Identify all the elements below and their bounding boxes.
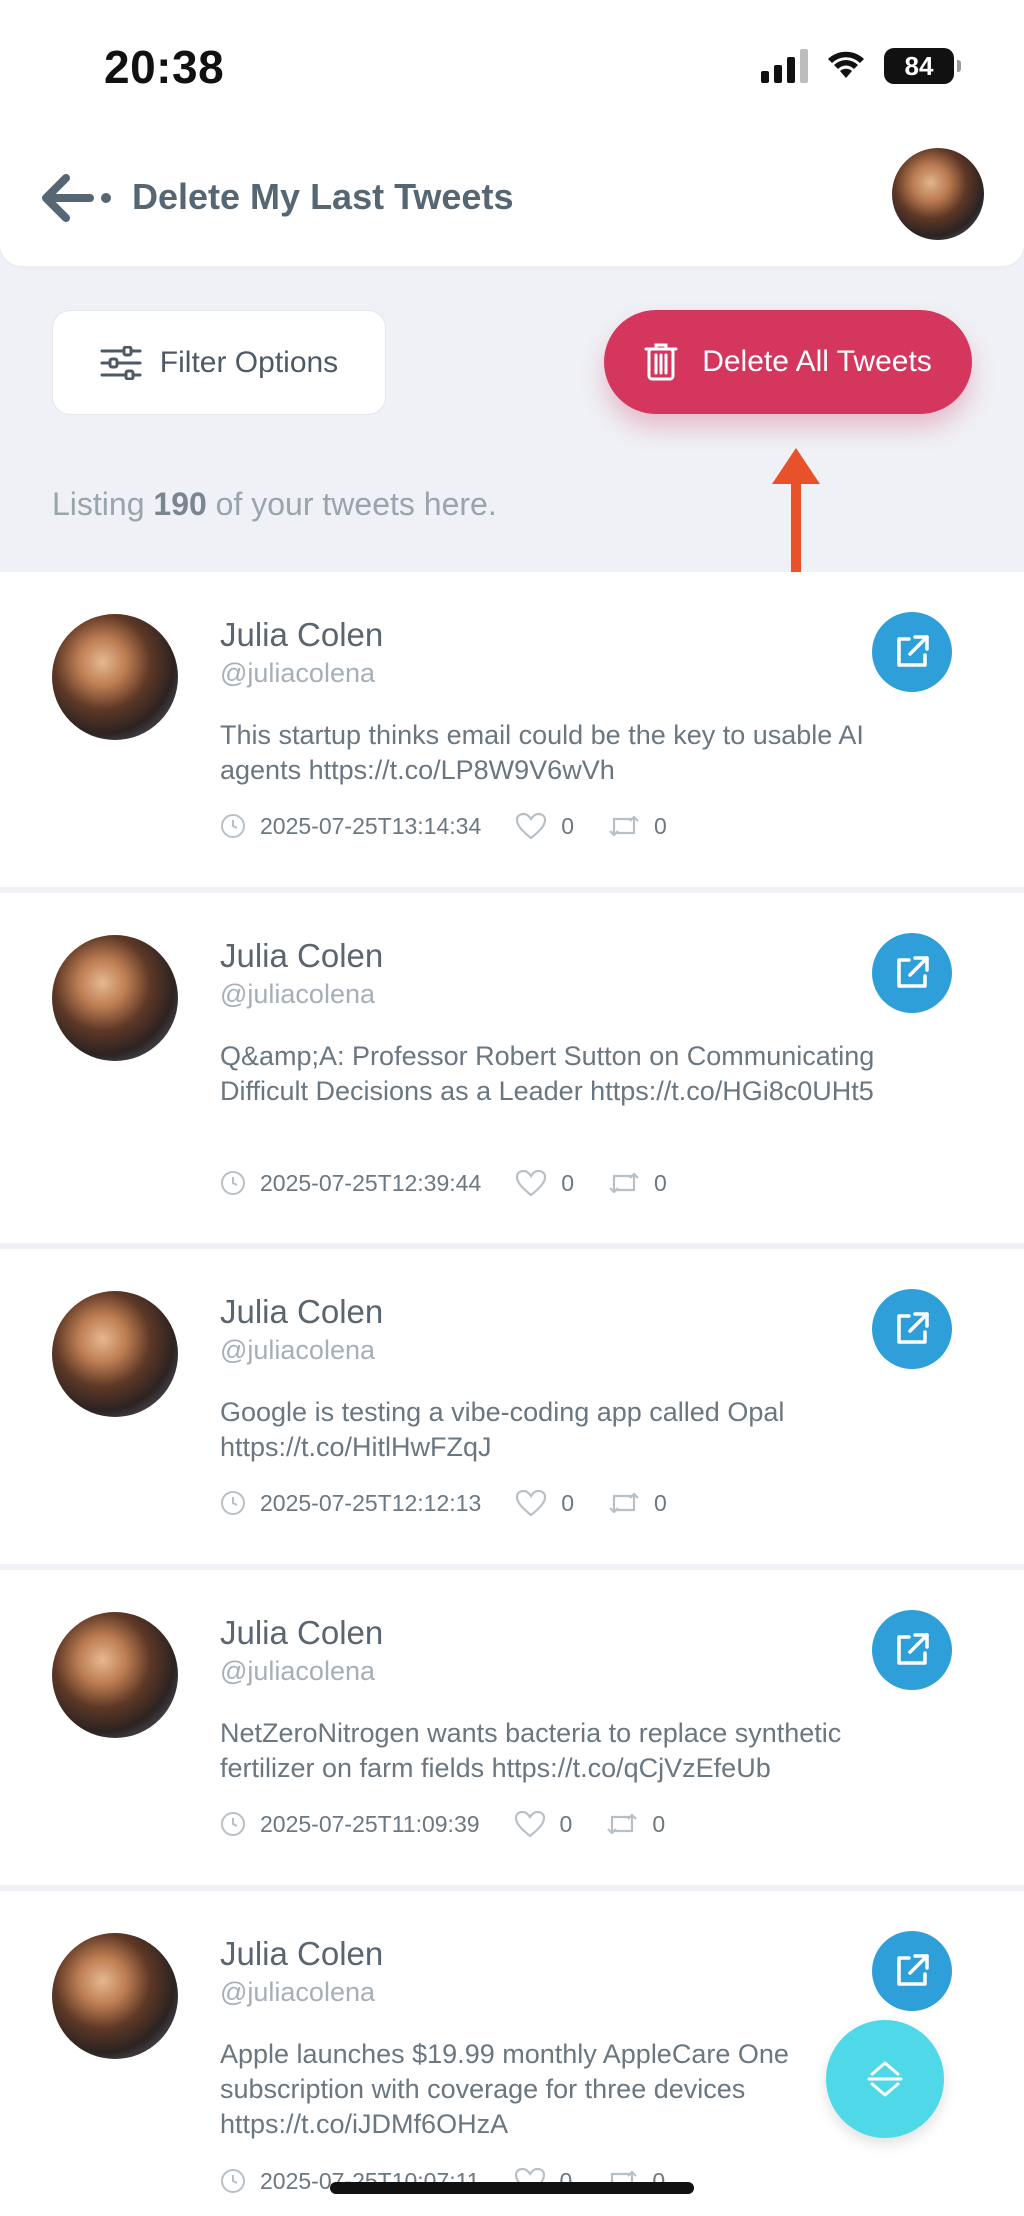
- tweet-date: 2025-07-25T12:12:13: [260, 1489, 482, 1516]
- trash-icon: [644, 343, 678, 381]
- signal-icon: [761, 49, 808, 83]
- tweet-author-name: Julia Colen: [220, 616, 384, 653]
- heart-icon: [516, 812, 547, 840]
- tweet-meta: 2025-07-25T12:39:44 0 0: [220, 1169, 667, 1197]
- tweet-retweets: 0: [654, 812, 667, 839]
- delete-all-tweets-label: Delete All Tweets: [702, 345, 932, 378]
- avatar: [52, 1612, 178, 1738]
- tweet-date: 2025-07-25T11:09:39: [260, 1810, 480, 1837]
- tweet-meta: 2025-07-25T11:09:39 0 0: [220, 1810, 665, 1838]
- tweet-text: This startup thinks email could be the k…: [220, 720, 864, 785]
- retweet-icon: [609, 1172, 639, 1194]
- external-link-icon: [897, 1312, 929, 1344]
- retweet-icon: [609, 815, 639, 837]
- tweet-retweets: 0: [654, 1489, 667, 1516]
- avatar: [52, 1933, 178, 2059]
- tweet-author-handle: @juliacolena: [220, 1335, 375, 1365]
- status-time: 20:38: [104, 41, 225, 93]
- back-arrow-icon[interactable]: [38, 170, 114, 226]
- open-tweet-button[interactable]: [872, 1289, 952, 1369]
- clock-icon: [221, 1812, 245, 1836]
- tweet-likes: 0: [561, 1169, 575, 1196]
- scroll-toggle-button[interactable]: [826, 2020, 944, 2138]
- tweet-list: Julia Colen @juliacolena This startup th…: [0, 572, 1024, 2216]
- tweet-card: Julia Colen @juliacolena Google is testi…: [0, 1249, 1024, 1564]
- home-indicator[interactable]: [330, 2182, 694, 2194]
- external-link-icon: [897, 635, 929, 667]
- tweet-author-handle: @juliacolena: [220, 1977, 375, 2007]
- filter-options-label: Filter Options: [159, 345, 339, 379]
- tweet-count: 190: [153, 486, 207, 522]
- sliders-icon: [100, 345, 142, 380]
- clock-icon: [221, 1171, 245, 1195]
- status-icons: 84: [761, 48, 961, 84]
- tweet-date: 2025-07-25T13:14:34: [260, 812, 482, 839]
- status-bar: 20:38 84: [0, 0, 1024, 130]
- tweet-likes: 0: [561, 812, 575, 839]
- external-link-icon: [897, 1633, 929, 1665]
- tweet-author-name: Julia Colen: [220, 1614, 384, 1651]
- avatar: [52, 1291, 178, 1417]
- external-link-icon: [897, 956, 929, 988]
- tweet-retweets: 0: [654, 1169, 667, 1196]
- listing-summary: Listing 190 of your tweets here.: [52, 486, 497, 522]
- heart-icon: [516, 1489, 547, 1517]
- app-header: Delete My Last Tweets: [0, 130, 1024, 266]
- tweet-author-handle: @juliacolena: [220, 658, 375, 688]
- battery-icon: 84: [884, 48, 961, 84]
- page-title: Delete My Last Tweets: [132, 176, 514, 217]
- retweet-icon: [607, 1813, 638, 1835]
- tweet-meta: 2025-07-25T12:12:13 0 0: [220, 1489, 667, 1517]
- filter-options-button[interactable]: Filter Options: [52, 310, 386, 415]
- tweet-author-name: Julia Colen: [220, 1293, 384, 1330]
- open-tweet-button[interactable]: [872, 1610, 952, 1690]
- tweet-likes: 0: [559, 1810, 573, 1837]
- tweet-author-name: Julia Colen: [220, 937, 384, 974]
- tweet-meta: 2025-07-25T13:14:34 0 0: [220, 812, 667, 840]
- heart-icon: [516, 1169, 547, 1197]
- clock-icon: [221, 1491, 245, 1515]
- tweet-likes: 0: [561, 1489, 575, 1516]
- tweet-author-name: Julia Colen: [220, 1935, 384, 1972]
- scroll-toggle-icon: [867, 2061, 903, 2097]
- profile-avatar[interactable]: [892, 148, 984, 240]
- tweet-card: Julia Colen @juliacolena NetZeroNitrogen…: [0, 1570, 1024, 1885]
- tweet-text: NetZeroNitrogen wants bacteria to replac…: [220, 1718, 842, 1783]
- tweet-card: Julia Colen @juliacolena This startup th…: [0, 572, 1024, 887]
- open-tweet-button[interactable]: [872, 933, 952, 1013]
- delete-all-tweets-button[interactable]: Delete All Tweets: [604, 310, 972, 414]
- avatar: [52, 935, 178, 1061]
- open-tweet-button[interactable]: [872, 1931, 952, 2011]
- tweet-retweets: 0: [652, 1810, 666, 1837]
- wifi-icon: [828, 51, 864, 78]
- open-tweet-button[interactable]: [872, 612, 952, 692]
- clock-icon: [221, 814, 245, 838]
- retweet-icon: [609, 1492, 639, 1514]
- avatar: [52, 614, 178, 740]
- tweet-text: Q&amp;A: Professor Robert Sutton on Comm…: [220, 1041, 875, 1106]
- tweet-text: Google is testing a vibe-coding app call…: [220, 1397, 785, 1462]
- clock-icon: [221, 2169, 245, 2193]
- tweet-author-handle: @juliacolena: [220, 979, 375, 1009]
- tweet-card: Julia Colen @juliacolena Q&amp;A: Profes…: [0, 893, 1024, 1243]
- external-link-icon: [897, 1954, 929, 1986]
- heart-icon: [514, 1810, 545, 1838]
- tweet-author-handle: @juliacolena: [220, 1656, 375, 1686]
- tweet-date: 2025-07-25T12:39:44: [260, 1169, 482, 1196]
